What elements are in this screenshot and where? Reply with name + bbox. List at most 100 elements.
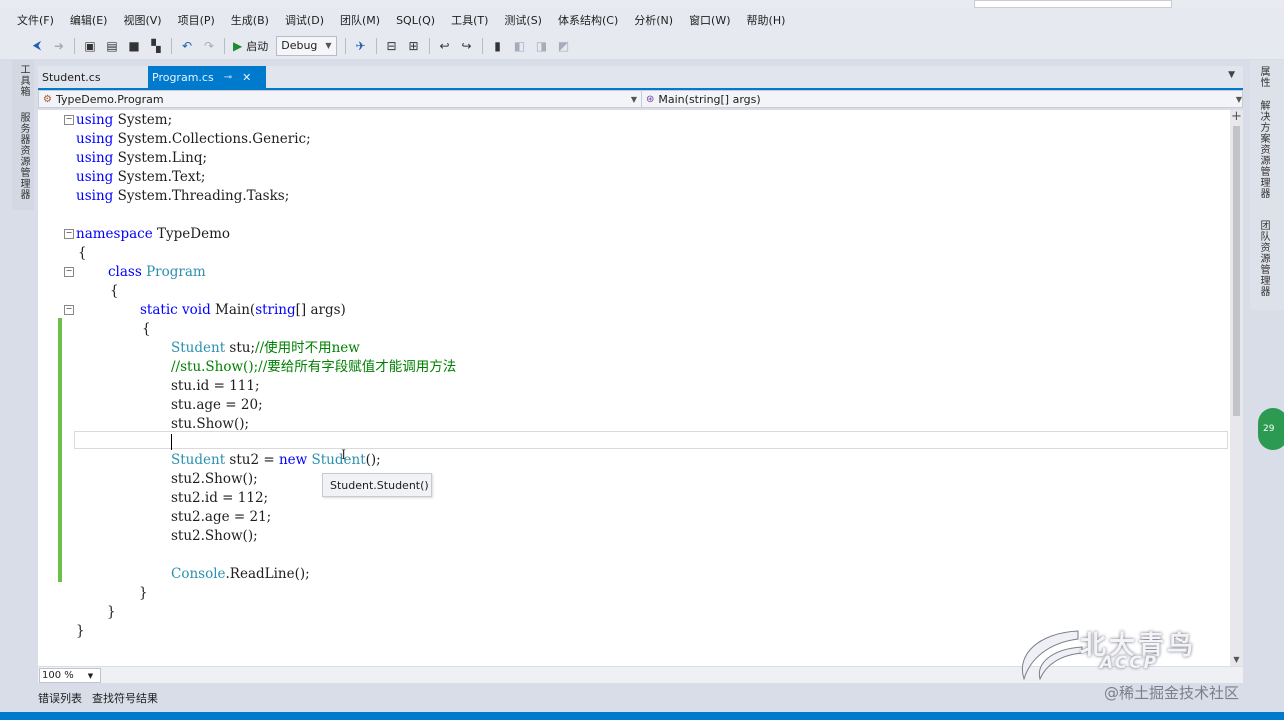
type-dropdown[interactable]: ⚙ TypeDemo.Program ▼ <box>39 91 642 107</box>
code-line: stu.id = 111; <box>171 378 260 394</box>
code-line: { <box>78 245 87 261</box>
split-plus-icon[interactable]: + <box>1230 110 1243 124</box>
fold-toggle[interactable] <box>64 267 74 277</box>
floating-badge[interactable]: 29 <box>1258 408 1284 450</box>
menu-analyze[interactable]: 分析(N) <box>626 12 681 28</box>
menu-window[interactable]: 窗口(W) <box>681 12 738 28</box>
navigation-bar: ⚙ TypeDemo.Program ▼ ⊛ Main(string[] arg… <box>38 90 1243 108</box>
quick-launch-box[interactable] <box>974 0 1172 8</box>
code-line: stu.age = 20; <box>171 397 263 413</box>
code-line: Console.ReadLine(); <box>171 566 310 582</box>
title-bar <box>0 0 1284 8</box>
fold-toggle[interactable] <box>64 305 74 315</box>
bookmark-icon[interactable]: ▮ <box>489 37 507 55</box>
open-file-icon[interactable]: ▤ <box>103 37 121 55</box>
code-line: using System.Linq; <box>76 150 208 166</box>
left-dock: 工具箱 服务器资源管理器 <box>12 60 34 210</box>
comment-icon[interactable]: ↩ <box>436 37 454 55</box>
code-line: { <box>142 321 151 337</box>
start-button[interactable]: ▶ 启动 <box>233 38 268 54</box>
tab-error-list[interactable]: 错误列表 <box>38 690 82 706</box>
menu-edit[interactable]: 编辑(E) <box>62 12 116 28</box>
chevron-down-icon: ▼ <box>630 94 637 104</box>
code-line: } <box>107 604 116 620</box>
bookmark-prev-icon[interactable]: ◧ <box>511 37 529 55</box>
pin-icon[interactable]: ⊸ <box>224 72 232 83</box>
config-value: Debug <box>281 39 318 52</box>
tab-find-symbol-results[interactable]: 查找符号结果 <box>92 690 158 706</box>
code-line: Student stu2 = new Student(); <box>171 452 381 468</box>
code-line: using System.Collections.Generic; <box>76 131 311 147</box>
menu-view[interactable]: 视图(V) <box>115 12 169 28</box>
code-line: using System; <box>76 112 173 128</box>
code-editor[interactable]: using System; using System.Collections.G… <box>38 110 1243 666</box>
menu-file[interactable]: 文件(F) <box>0 12 62 28</box>
zoom-dropdown[interactable]: 100 % ▼ <box>39 668 101 683</box>
menu-debug[interactable]: 调试(D) <box>277 12 332 28</box>
tab-overflow-icon[interactable]: ▼ <box>1228 70 1235 80</box>
code-line: { <box>110 283 119 299</box>
fold-toggle[interactable] <box>64 115 74 125</box>
back-icon[interactable]: ⮜ <box>28 37 46 55</box>
right-dock: 属性 解决方案资源管理器 团队资源管理器 <box>1250 60 1284 310</box>
uncomment-icon[interactable]: ↪ <box>458 37 476 55</box>
team-explorer-tab[interactable]: 团队资源管理器 <box>1256 220 1271 297</box>
menu-team[interactable]: 团队(M) <box>332 12 388 28</box>
toolbox-tab[interactable]: 工具箱 <box>16 64 31 97</box>
code-line: namespace TypeDemo <box>76 226 230 242</box>
menu-project[interactable]: 项目(P) <box>170 12 223 28</box>
forward-icon[interactable]: ➜ <box>50 37 68 55</box>
editor-gutter <box>38 110 74 666</box>
bottom-tool-tabs: 错误列表 查找符号结果 <box>0 684 1284 712</box>
code-line: } <box>76 623 85 639</box>
close-icon[interactable]: ✕ <box>242 71 251 84</box>
save-all-icon[interactable]: ▚ <box>147 37 165 55</box>
method-icon: ⊛ <box>646 93 655 105</box>
code-line: stu2.Show(); <box>171 471 258 487</box>
menu-tools[interactable]: 工具(T) <box>443 12 496 28</box>
bookmark-clear-icon[interactable]: ◩ <box>555 37 573 55</box>
toolbar: ⮜ ➜ ▣ ▤ ■ ▚ ↶ ↷ ▶ 启动 Debug ▼ ✈ ⊟ ⊞ ↩ ↪ ▮… <box>0 32 1284 59</box>
menu-build[interactable]: 生成(B) <box>223 12 277 28</box>
fold-toggle[interactable] <box>64 229 74 239</box>
code-line: using System.Threading.Tasks; <box>76 188 290 204</box>
logo-swoosh-icon <box>1021 630 1083 681</box>
menu-bar: 文件(F) 编辑(E) 视图(V) 项目(P) 生成(B) 调试(D) 团队(M… <box>0 8 1284 32</box>
menu-help[interactable]: 帮助(H) <box>739 12 794 28</box>
tab-program[interactable]: Program.cs ⊸ ✕ <box>148 66 266 88</box>
code-line: } <box>139 585 148 601</box>
solution-explorer-tab[interactable]: 解决方案资源管理器 <box>1256 100 1271 199</box>
zoom-value: 100 % <box>42 670 74 681</box>
save-icon[interactable]: ■ <box>125 37 143 55</box>
play-icon: ▶ <box>233 38 243 53</box>
redo-icon[interactable]: ↷ <box>200 37 218 55</box>
chevron-down-icon: ▼ <box>325 41 332 50</box>
chevron-down-icon: ▼ <box>1235 94 1242 104</box>
tab-label: Student.cs <box>42 70 101 84</box>
type-name: TypeDemo.Program <box>55 92 164 106</box>
code-line: using System.Text; <box>76 169 206 185</box>
tab-label: Program.cs <box>152 70 214 84</box>
code-line: stu2.Show(); <box>171 528 258 544</box>
menu-sql[interactable]: SQL(Q) <box>388 14 443 27</box>
scrollbar-thumb[interactable] <box>1233 126 1240 416</box>
member-dropdown[interactable]: ⊛ Main(string[] args) ▼ <box>642 91 1246 107</box>
quick-info-tooltip: Student.Student() <box>322 473 432 497</box>
menu-architecture[interactable]: 体系结构(C) <box>550 12 626 28</box>
attach-icon[interactable]: ✈ <box>352 37 370 55</box>
vertical-scrollbar[interactable]: + ▼ <box>1230 110 1243 666</box>
config-dropdown[interactable]: Debug ▼ <box>276 35 337 56</box>
new-project-icon[interactable]: ▣ <box>81 37 99 55</box>
menu-test[interactable]: 测试(S) <box>496 12 550 28</box>
watermark-logo: 北大青鸟 ACCP <box>1008 625 1238 683</box>
properties-tab[interactable]: 属性 <box>1256 66 1271 88</box>
code-line: stu2.age = 21; <box>171 509 272 525</box>
tab-student[interactable]: Student.cs <box>38 66 150 88</box>
bookmark-next-icon[interactable]: ◨ <box>533 37 551 55</box>
undo-icon[interactable]: ↶ <box>178 37 196 55</box>
chevron-down-icon: ▼ <box>87 671 94 680</box>
align-icon[interactable]: ⊟ <box>383 37 401 55</box>
server-explorer-tab[interactable]: 服务器资源管理器 <box>16 112 31 200</box>
format-icon[interactable]: ⊞ <box>405 37 423 55</box>
mouse-ibeam-cursor: Ι <box>341 448 347 463</box>
